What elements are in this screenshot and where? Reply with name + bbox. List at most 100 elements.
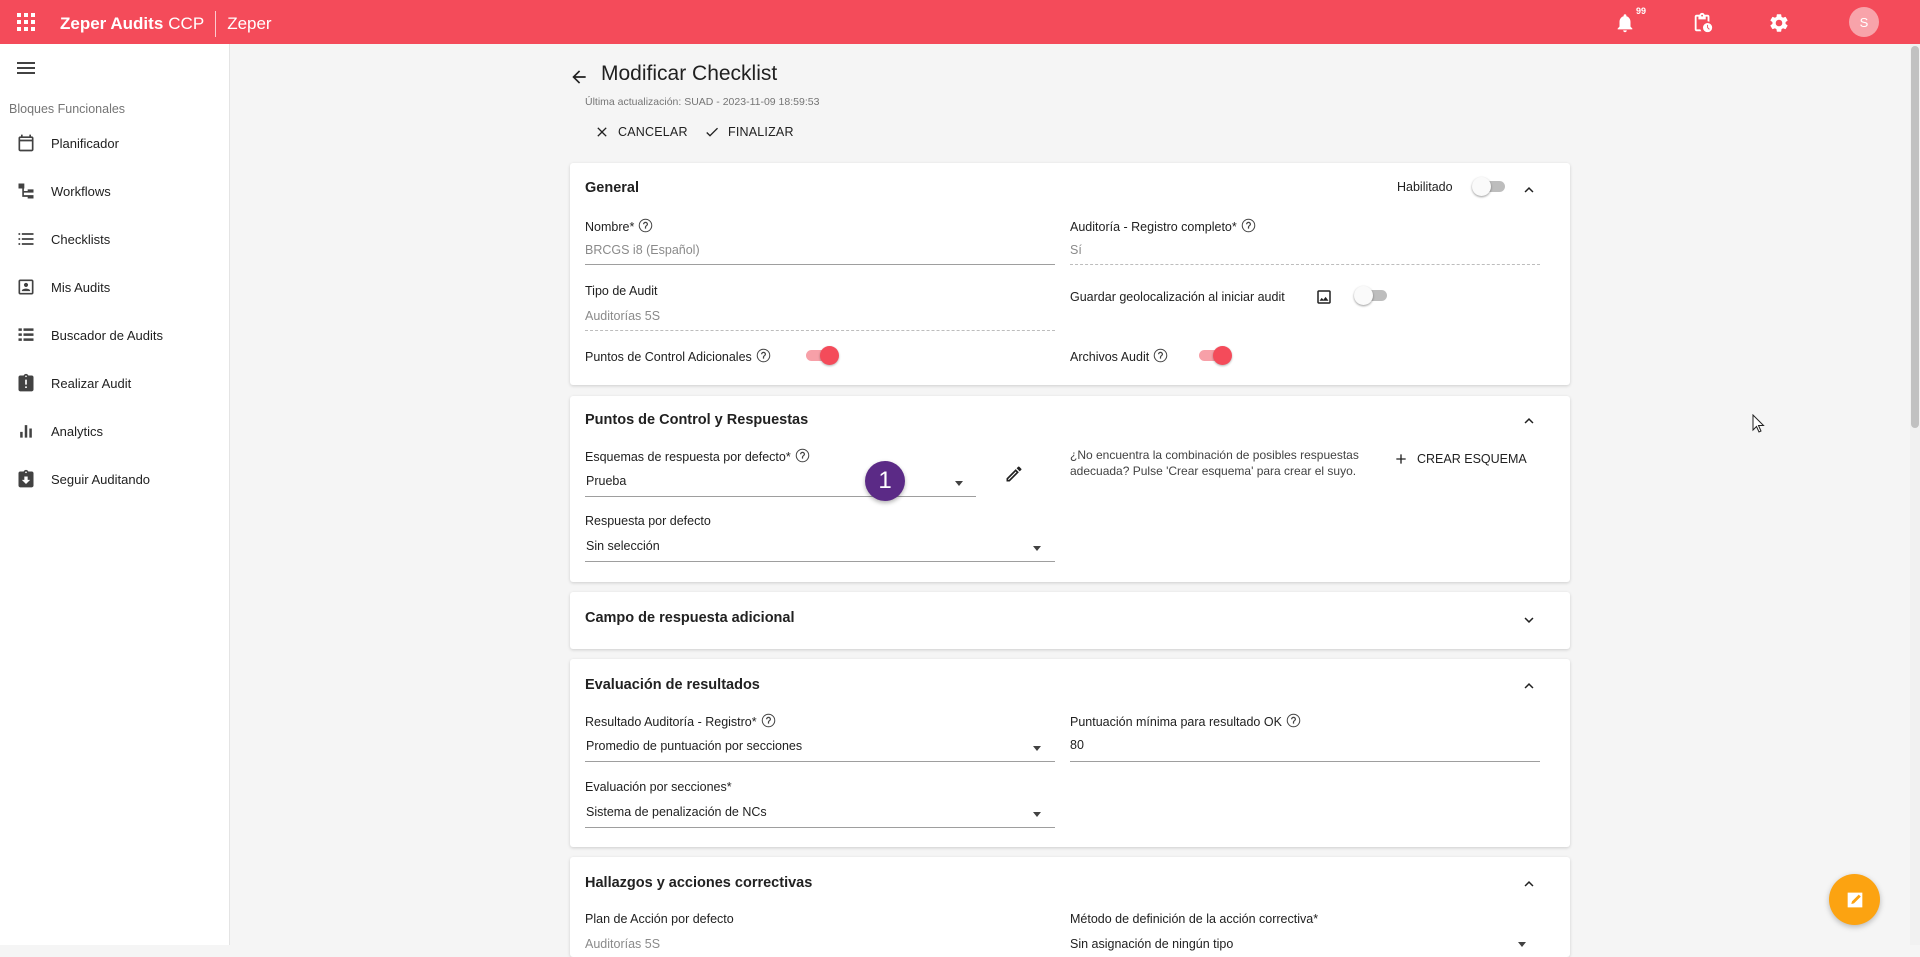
dropdown-caret-icon[interactable] <box>1033 812 1041 817</box>
extra-points-toggle[interactable] <box>803 345 839 365</box>
enabled-toggle[interactable] <box>1472 176 1508 196</box>
brand-divider <box>215 11 217 37</box>
dropdown-caret-icon[interactable] <box>955 481 963 486</box>
sidebar-item-analytics[interactable]: Analytics <box>0 411 229 451</box>
contact-icon <box>18 279 34 295</box>
back-arrow-icon[interactable] <box>569 67 589 87</box>
list-icon <box>18 233 34 245</box>
sidebar-item-checklists[interactable]: Checklists <box>0 219 229 259</box>
page-scrollbar[interactable] <box>1910 44 1920 945</box>
dropdown-caret-icon[interactable] <box>1033 546 1041 551</box>
card-title: General <box>585 180 639 196</box>
method-label: Método de definición de la acción correc… <box>1070 912 1319 926</box>
notification-badge: 99 <box>1636 6 1647 16</box>
sidebar-item-label: Checklists <box>51 231 111 247</box>
avatar[interactable]: S <box>1849 7 1879 37</box>
create-schema-hint: ¿No encuentra la combinación de posibles… <box>1070 448 1359 478</box>
sidebar-item-label: Buscador de Audits <box>51 327 164 343</box>
action-plan-label: Plan de Acción por defecto <box>585 912 734 926</box>
sidebar-item-mis-audits[interactable]: Mis Audits <box>0 267 229 307</box>
audit-files-toggle[interactable] <box>1196 345 1232 365</box>
full-record-label: Auditoría - Registro completo* <box>1070 218 1256 234</box>
sidebar-item-seguir-auditando[interactable]: Seguir Auditando <box>0 459 229 499</box>
sidebar-item-planificador[interactable]: Planificador <box>0 123 229 163</box>
sidebar-item-workflows[interactable]: Workflows <box>0 171 229 211</box>
extra-points-label: Puntos de Control Adicionales <box>585 348 771 364</box>
card-title: Campo de respuesta adicional <box>585 610 795 626</box>
card-evaluation: Evaluación de resultados Resultado Audit… <box>570 659 1570 847</box>
default-answer-select[interactable]: Sin selección <box>586 539 660 553</box>
method-select[interactable]: Sin asignación de ningún tipo <box>1070 937 1233 951</box>
image-icon[interactable] <box>1315 288 1333 306</box>
clipboard-clock-icon[interactable] <box>1692 12 1714 34</box>
brand[interactable]: Zeper Audits CCP Zeper <box>60 11 272 37</box>
schema-underline <box>585 496 976 497</box>
default-answer-label: Respuesta por defecto <box>585 514 711 528</box>
workflow-icon <box>18 183 34 199</box>
sidebar-item-realizar-audit[interactable]: Realizar Audit <box>0 363 229 403</box>
sidebar: Bloques Funcionales Planificador Workflo… <box>0 44 230 945</box>
chevron-up-icon[interactable] <box>1520 875 1538 893</box>
app-suffix: CCP <box>168 14 205 33</box>
help-icon[interactable] <box>761 713 776 728</box>
help-chat-button[interactable] <box>1829 874 1880 925</box>
chevron-up-icon[interactable] <box>1520 181 1538 199</box>
gear-icon[interactable] <box>1768 12 1790 34</box>
sidebar-item-label: Workflows <box>51 183 111 199</box>
sidebar-item-label: Seguir Auditando <box>51 471 151 487</box>
help-icon[interactable] <box>1241 218 1256 233</box>
chevron-down-icon[interactable] <box>1520 611 1538 629</box>
name-input[interactable]: BRCGS i8 (Español) <box>585 243 700 257</box>
chevron-up-icon[interactable] <box>1520 677 1538 695</box>
result-underline <box>585 761 1055 762</box>
sidebar-item-label: Planificador <box>51 135 119 151</box>
audit-type-label: Tipo de Audit <box>585 284 658 298</box>
mouse-cursor-icon <box>1752 414 1765 433</box>
list-view-icon <box>18 328 34 341</box>
help-icon[interactable] <box>1286 713 1301 728</box>
page-title: Modificar Checklist <box>601 62 778 85</box>
cancel-label: CANCELAR <box>618 125 688 139</box>
min-score-label: Puntuación mínima para resultado OK <box>1070 713 1301 729</box>
help-icon[interactable] <box>795 448 810 463</box>
finish-button[interactable]: FINALIZAR <box>704 122 794 142</box>
help-icon[interactable] <box>756 348 771 363</box>
min-score-input[interactable]: 80 <box>1070 738 1084 752</box>
min-score-underline <box>1070 761 1540 762</box>
dropdown-caret-icon[interactable] <box>1033 746 1041 751</box>
clipboard-icon <box>18 373 34 392</box>
sidebar-item-label: Analytics <box>51 423 104 439</box>
top-bar: Zeper Audits CCP Zeper 99 S <box>0 0 1920 44</box>
schema-label: Esquemas de respuesta por defecto* <box>585 448 810 464</box>
calendar-icon <box>18 134 34 152</box>
chevron-up-icon[interactable] <box>1520 412 1538 430</box>
schema-select[interactable]: Prueba <box>586 474 626 488</box>
card-control-points: Puntos de Control y Respuestas Esquemas … <box>570 396 1570 582</box>
plus-icon <box>1396 454 1406 464</box>
geo-toggle[interactable] <box>1354 285 1390 305</box>
audit-type-underline <box>585 330 1055 331</box>
help-icon[interactable] <box>1153 348 1168 363</box>
close-icon <box>597 127 607 137</box>
edit-note-icon <box>1847 892 1862 907</box>
step-marker: 1 <box>865 461 905 501</box>
sidebar-section-title: Bloques Funcionales <box>9 102 126 116</box>
create-schema-button[interactable]: CREAR ESQUEMA <box>1393 451 1527 467</box>
hamburger-menu-icon[interactable] <box>16 58 36 78</box>
help-icon[interactable] <box>638 218 653 233</box>
cancel-button[interactable]: CANCELAR <box>594 122 688 142</box>
card-findings: Hallazgos y acciones correctivas Plan de… <box>570 857 1570 957</box>
section-eval-select[interactable]: Sistema de penalización de NCs <box>586 805 767 819</box>
app-name: Zeper Audits <box>60 14 164 33</box>
card-additional-field[interactable]: Campo de respuesta adicional <box>570 592 1570 649</box>
scrollbar-thumb[interactable] <box>1911 46 1919 428</box>
card-title: Puntos de Control y Respuestas <box>585 412 809 428</box>
result-select[interactable]: Promedio de puntuación por secciones <box>586 739 802 753</box>
default-answer-underline <box>585 561 1055 562</box>
section-eval-underline <box>585 827 1055 828</box>
pencil-edit-icon[interactable] <box>1004 464 1024 484</box>
enabled-label: Habilitado <box>1397 180 1453 194</box>
apps-grid-icon[interactable] <box>16 12 36 32</box>
sidebar-item-buscador-de-audits[interactable]: Buscador de Audits <box>0 315 229 355</box>
bell-icon[interactable] <box>1614 12 1636 34</box>
